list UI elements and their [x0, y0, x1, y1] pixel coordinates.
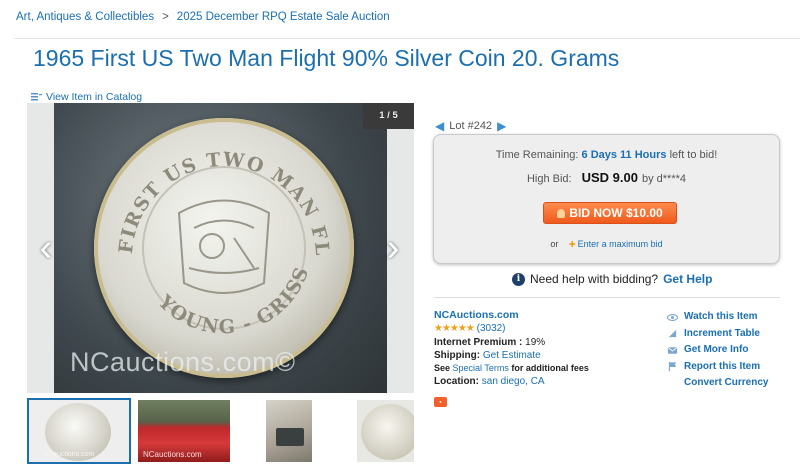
breadcrumb: Art, Antiques & Collectibles >2025 Decemb… — [16, 11, 390, 23]
bid-panel: Time Remaining: 6 Days 11 Hours left to … — [433, 134, 780, 264]
coin-image: FIRST US TWO MAN FLIGHT YOUNG - GRISSOM — [94, 118, 354, 378]
time-remaining: Time Remaining: 6 Days 11 Hours left to … — [495, 149, 718, 161]
time-remaining-value: 6 Days 11 Hours — [581, 149, 667, 161]
prev-image-arrow[interactable]: ‹ — [35, 229, 57, 267]
main-coin-photo[interactable]: FIRST US TWO MAN FLIGHT YOUNG - GRISSOM … — [54, 103, 387, 393]
svg-text:FIRST US TWO MAN FLIGHT: FIRST US TWO MAN FLIGHT — [94, 118, 333, 257]
next-image-arrow[interactable]: › — [382, 229, 404, 267]
watermark: NCauctions.com© — [70, 347, 296, 377]
high-bid-amount: USD 9.00 — [581, 170, 638, 185]
divider — [14, 38, 800, 39]
image-counter: 1 / 5 — [363, 103, 414, 129]
max-bid-link[interactable]: Enter a maximum bid — [578, 239, 663, 249]
increment-table-link[interactable]: Increment Table — [667, 326, 768, 343]
thumb-watermark: NCauctions.com — [143, 450, 202, 459]
envelope-icon — [667, 347, 678, 354]
prev-lot-icon[interactable]: ◀ — [435, 119, 444, 133]
lot-number: Lot #242 — [449, 120, 493, 132]
thumb-watermark: NCauctions.com — [43, 451, 95, 458]
bidding-help: i Need help with bidding? Get Help — [512, 272, 712, 286]
capsule-engraving — [177, 199, 271, 294]
location-link[interactable]: san diego, CA — [482, 376, 545, 387]
divider — [434, 297, 780, 298]
thumbnail-3[interactable] — [266, 400, 312, 462]
max-bid-row: or ✚ Enter a maximum bid — [550, 239, 663, 249]
page-title: 1965 First US Two Man Flight 90% Silver … — [33, 45, 620, 71]
premium-value: 19% — [525, 336, 546, 348]
image-gallery: FIRST US TWO MAN FLIGHT YOUNG - GRISSOM … — [27, 103, 414, 393]
watch-item-link[interactable]: Watch this Item — [667, 309, 768, 326]
flag-icon — [668, 362, 677, 372]
view-catalog-link[interactable]: View Item in Catalog — [31, 91, 142, 103]
high-bidder: by d****4 — [641, 173, 687, 185]
more-info-link[interactable]: Get More Info — [667, 342, 768, 359]
increment-icon — [668, 330, 677, 338]
bid-now-button[interactable]: BID NOW $10.00 — [543, 202, 677, 224]
seller-info: NCAuctions.com ★★★★★ (3032) Internet Pre… — [434, 309, 589, 407]
rating-stars: ★★★★★ — [434, 323, 475, 335]
thumbnail-4[interactable] — [357, 400, 414, 462]
plus-icon: ✚ — [568, 240, 576, 249]
gavel-icon — [557, 209, 566, 218]
breadcrumb-category[interactable]: Art, Antiques & Collectibles — [16, 11, 154, 23]
breadcrumb-separator: > — [162, 11, 169, 23]
seller-name-link[interactable]: NCAuctions.com — [434, 309, 519, 321]
special-terms-link[interactable]: Special Terms — [453, 363, 509, 373]
thumbnail-1[interactable]: NCauctions.com — [27, 398, 131, 464]
get-help-link[interactable]: Get Help — [663, 272, 712, 286]
coin-top-text: FIRST US TWO MAN FLIGHT — [94, 118, 332, 257]
info-icon: i — [512, 272, 525, 286]
seller-badge-icon: ● — [434, 396, 447, 407]
list-icon — [31, 93, 42, 101]
eye-icon — [667, 313, 678, 321]
next-lot-icon[interactable]: ▶ — [497, 119, 506, 133]
high-bid: High Bid: USD 9.00 by d****4 — [526, 170, 687, 185]
item-actions: Watch this Item Increment Table Get More… — [667, 309, 768, 392]
view-catalog-label: View Item in Catalog — [46, 91, 143, 103]
thumbnail-strip: NCauctions.com NCauctions.com — [27, 398, 414, 464]
lot-navigation: ◀ Lot #242 ▶ — [435, 119, 506, 133]
thumbnail-2[interactable]: NCauctions.com — [138, 400, 230, 462]
breadcrumb-auction[interactable]: 2025 December RPQ Estate Sale Auction — [177, 11, 390, 23]
convert-currency-link[interactable]: Convert Currency — [667, 375, 768, 392]
coin-text: FIRST US TWO MAN FLIGHT YOUNG - GRISSOM — [94, 118, 333, 339]
shipping-estimate-link[interactable]: Get Estimate — [483, 350, 541, 361]
bid-now-label: BID NOW $10.00 — [569, 206, 663, 220]
rating-count-link[interactable]: (3032) — [477, 323, 506, 334]
report-item-link[interactable]: Report this Item — [667, 359, 768, 376]
